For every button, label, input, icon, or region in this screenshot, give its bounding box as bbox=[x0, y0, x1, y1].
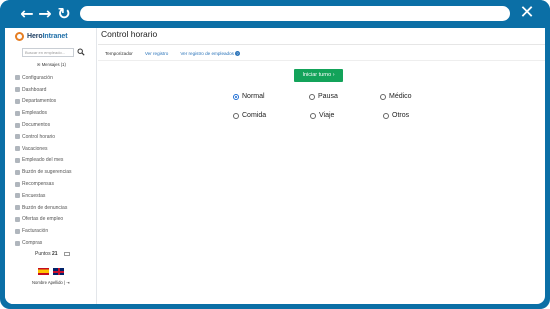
dashboard-icon bbox=[15, 87, 20, 93]
ticket-icon[interactable] bbox=[63, 251, 70, 256]
search-input[interactable]: Buscar en empleado... bbox=[22, 48, 74, 57]
radio-comida[interactable]: Comida bbox=[233, 112, 266, 119]
sidebar-item-compras[interactable]: Compras bbox=[15, 237, 95, 249]
tab-ver-registro-empleados[interactable]: Ver registro de empleados? bbox=[180, 51, 240, 57]
briefcase-icon bbox=[15, 216, 20, 222]
tab-bar: Temporizador Ver registro Ver registro d… bbox=[105, 51, 252, 57]
tab-temporizador[interactable]: Temporizador bbox=[105, 51, 133, 56]
logo[interactable]: HeroIntranet bbox=[15, 31, 68, 41]
sidebar-item-vacaciones[interactable]: Vacaciones bbox=[15, 143, 95, 155]
sidebar: HeroIntranet Buscar en empleado... ✉ Men… bbox=[5, 28, 97, 304]
alert-icon bbox=[15, 205, 20, 211]
forward-arrow-icon[interactable]: → bbox=[36, 5, 54, 23]
sidebar-item-buzon-denuncias[interactable]: Buzón de denuncias bbox=[15, 202, 95, 214]
document-icon bbox=[15, 122, 20, 128]
radio-normal[interactable]: Normal bbox=[233, 93, 265, 100]
english-flag-icon[interactable] bbox=[53, 268, 64, 275]
close-icon[interactable]: ✕ bbox=[518, 4, 536, 22]
reload-icon[interactable]: ↻ bbox=[55, 5, 73, 23]
radio-viaje[interactable]: Viaje bbox=[310, 112, 334, 119]
page-title: Control horario bbox=[101, 29, 158, 39]
clock-icon bbox=[15, 134, 20, 140]
inbox-icon bbox=[15, 169, 20, 175]
sidebar-item-control-horario[interactable]: Control horario bbox=[15, 131, 95, 143]
sidebar-item-departamentos[interactable]: Departamentos bbox=[15, 96, 95, 108]
building-icon bbox=[15, 98, 20, 104]
sidebar-item-encuestas[interactable]: Encuestas bbox=[15, 190, 95, 202]
search-icon[interactable] bbox=[77, 48, 85, 56]
sidebar-item-recompensas[interactable]: Recompensas bbox=[15, 178, 95, 190]
sidebar-item-ofertas-empleo[interactable]: Ofertas de empleo bbox=[15, 214, 95, 226]
trophy-icon bbox=[15, 157, 20, 163]
sidebar-item-empleados[interactable]: Empleados bbox=[15, 107, 95, 119]
poll-icon bbox=[15, 193, 20, 199]
sidebar-item-empleado-del-mes[interactable]: Empleado del mes bbox=[15, 155, 95, 167]
sidebar-item-configuracion[interactable]: Configuración bbox=[15, 72, 95, 84]
radio-checked-icon[interactable] bbox=[233, 93, 239, 100]
radio-icon[interactable] bbox=[380, 93, 386, 100]
back-arrow-icon[interactable]: ← bbox=[18, 5, 36, 23]
logo-mark-icon bbox=[15, 31, 24, 41]
divider bbox=[98, 44, 545, 45]
gear-icon bbox=[15, 75, 20, 81]
app-window: HeroIntranet Buscar en empleado... ✉ Men… bbox=[5, 28, 545, 304]
gift-icon bbox=[15, 181, 20, 187]
help-icon[interactable]: ? bbox=[234, 51, 240, 57]
radio-icon[interactable] bbox=[310, 112, 316, 119]
cart-icon bbox=[15, 240, 20, 246]
plane-icon bbox=[15, 146, 20, 152]
radio-icon[interactable] bbox=[309, 93, 315, 100]
points-display: Puntos 21 bbox=[35, 251, 70, 257]
start-shift-button[interactable]: Iniciar turno › bbox=[294, 69, 343, 82]
invoice-icon bbox=[15, 228, 20, 234]
sidebar-item-dashboard[interactable]: Dashboard bbox=[15, 84, 95, 96]
messages-link[interactable]: ✉ Mensajes (1) bbox=[37, 62, 66, 67]
user-icon bbox=[15, 110, 20, 116]
radio-icon[interactable] bbox=[233, 112, 239, 119]
logo-text: HeroIntranet bbox=[27, 32, 68, 40]
user-logout-line[interactable]: Nombre Apellido | ⇥ bbox=[32, 280, 70, 285]
browser-frame: ← → ↻ ✕ HeroIntranet Buscar en empleado.… bbox=[0, 0, 550, 309]
sidebar-item-documentos[interactable]: Documentos bbox=[15, 119, 95, 131]
radio-pausa[interactable]: Pausa bbox=[309, 93, 338, 100]
spanish-flag-icon[interactable] bbox=[38, 268, 49, 275]
sidebar-menu: Configuración Dashboard Departamentos Em… bbox=[15, 72, 95, 249]
browser-toolbar: ← → ↻ ✕ bbox=[0, 0, 550, 28]
sidebar-item-facturacion[interactable]: Facturación bbox=[15, 225, 95, 237]
divider bbox=[98, 60, 545, 61]
address-bar[interactable] bbox=[80, 6, 510, 21]
sidebar-item-buzon-sugerencias[interactable]: Buzón de sugerencias bbox=[15, 166, 95, 178]
tab-ver-registro[interactable]: Ver registro bbox=[145, 51, 169, 56]
radio-otros[interactable]: Otros bbox=[383, 112, 409, 119]
radio-icon[interactable] bbox=[383, 112, 389, 119]
radio-medico[interactable]: Médico bbox=[380, 93, 412, 100]
main-content: Control horario Temporizador Ver registr… bbox=[98, 28, 545, 304]
